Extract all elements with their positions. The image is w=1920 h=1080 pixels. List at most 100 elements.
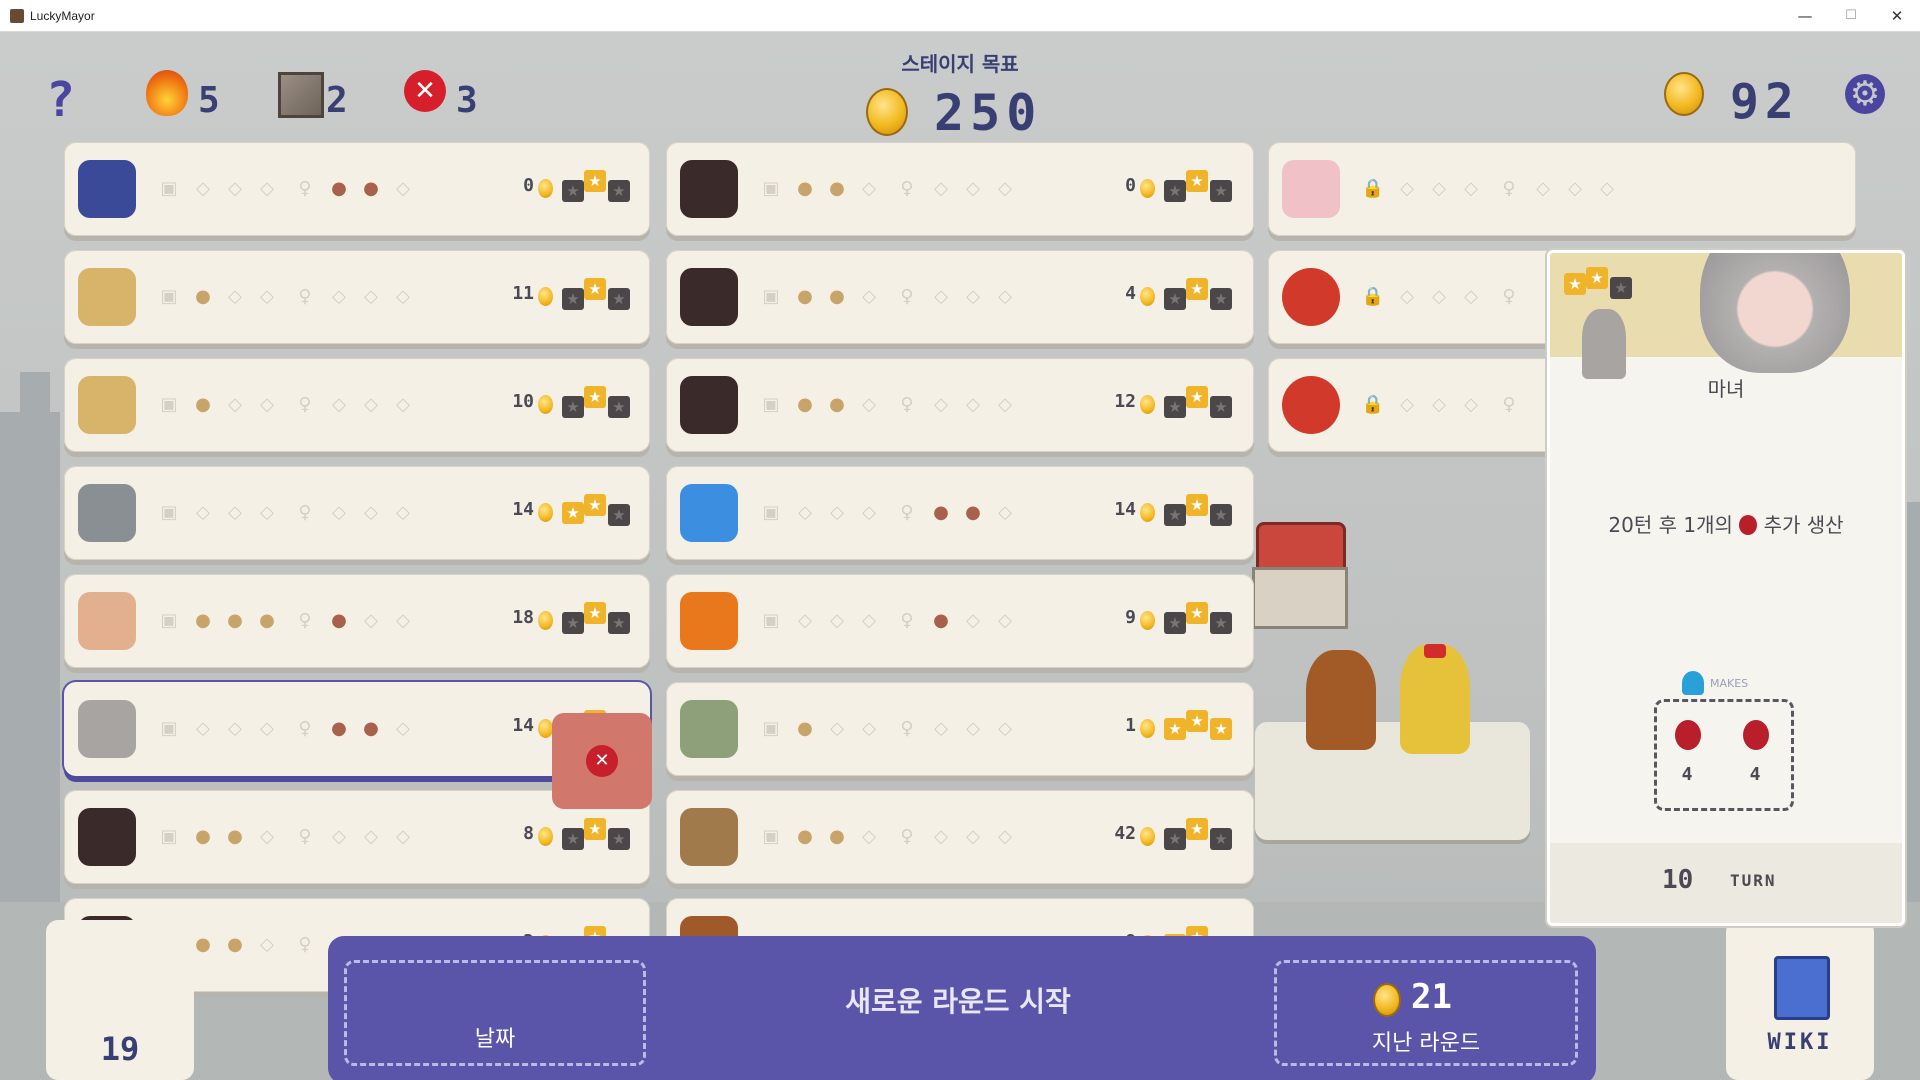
pie-icon: ● (195, 826, 211, 847)
window-title: LuckyMayor (30, 8, 95, 23)
witch-face-icon (78, 700, 136, 758)
lock-icon: ▣ (762, 826, 780, 847)
symbol-card[interactable]: ▣ ◇ ◇ ◇ ♀ ◇ ◇ ◇ 14 ★ ★ ★ (64, 466, 650, 560)
date-box: 날짜 (344, 960, 646, 1066)
close-button[interactable]: ✕ (1874, 0, 1920, 31)
rarity-stars: ★★★ (562, 170, 632, 206)
empty-slot: ◇ (998, 610, 1012, 631)
stage-goal-value: 250 (934, 84, 1043, 142)
star-icon: ★ (1164, 612, 1186, 634)
coin-icon (1140, 611, 1155, 630)
key-icon: ♀ (900, 394, 914, 415)
bottom-bar: 날짜 새로운 라운드 시작 21 지난 라운드 (328, 936, 1596, 1080)
symbol-card[interactable]: ▣ ● ● ◇ ♀ ◇ ◇ ◇ 0 ★ ★ ★ (666, 142, 1254, 236)
empty-slot: ◇ (260, 286, 274, 307)
stage-goal-label: 스테이지 목표 (901, 52, 1019, 76)
rarity-stars: ★★★ (1164, 818, 1234, 854)
star-icon: ★ (584, 386, 606, 408)
rarity-stars: ★★★ (562, 386, 632, 422)
cake-icon: ● (227, 934, 243, 955)
star-icon: ★ (608, 612, 630, 634)
pie-icon: ● (797, 394, 813, 415)
minimize-button[interactable]: — (1782, 0, 1828, 31)
symbol-card[interactable]: ▣ ● ● ● ♀ ● ◇ ◇ 18 ★ ★ ★ (64, 574, 650, 668)
book-icon (1774, 956, 1830, 1020)
symbol-card[interactable]: ▣ ◇ ◇ ◇ ♀ ● ◇ ◇ 9 ★ ★ ★ (666, 574, 1254, 668)
symbol-card[interactable]: ▣ ◇ ◇ ◇ ♀ ● ● ◇ 0 ★ ★ ★ (64, 142, 650, 236)
symbol-card[interactable]: ▣ ● ◇ ◇ ♀ ◇ ◇ ◇ 11 ★ ★ ★ (64, 250, 650, 344)
empty-slot: ◇ (364, 610, 378, 631)
star-icon: ★ (1164, 718, 1186, 740)
potion-icon: ● (363, 718, 379, 739)
empty-slot: ◇ (396, 610, 410, 631)
empty-slot: ◇ (998, 502, 1012, 523)
key-icon: ♀ (298, 178, 312, 199)
empty-slot: ◇ (862, 178, 876, 199)
star-icon: ★ (608, 828, 630, 850)
rounds-label: 지난 라운드 (1371, 1031, 1481, 1056)
star-icon: ★ (562, 502, 584, 524)
help-button[interactable]: ? (46, 72, 75, 128)
coin-icon (1140, 287, 1155, 306)
remove-symbol-button[interactable]: ✕ (552, 713, 652, 809)
coin-icon (538, 503, 553, 522)
witch-sprite (1582, 309, 1626, 379)
symbol-card[interactable]: 🔒 ◇ ◇ ◇ ♀ (1268, 358, 1558, 452)
empty-slot: ◇ (998, 826, 1012, 847)
rounds-value: 21 (1411, 977, 1452, 1017)
symbol-card[interactable]: ▣ ● ● ◇ ♀ ◇ ◇ ◇ 12 ★ ★ ★ (666, 358, 1254, 452)
empty-slot: ◇ (998, 178, 1012, 199)
turn-value: 10 (1662, 865, 1694, 895)
maximize-button[interactable]: ☐ (1828, 0, 1874, 31)
lock-icon: ▣ (762, 502, 780, 523)
machine-body (1252, 567, 1348, 629)
blue-hood-face-icon (680, 484, 738, 542)
wiki-button[interactable]: WIKI (1726, 920, 1874, 1080)
star-icon: ★ (1164, 288, 1186, 310)
star-icon: ★ (1210, 288, 1232, 310)
star-icon: ★ (562, 828, 584, 850)
symbol-card[interactable]: ▣◇◇◇♀●●◇14★★★ (666, 466, 1254, 560)
start-round-button[interactable]: 새로운 라운드 시작 (688, 980, 1228, 1020)
coin-icon (538, 719, 553, 738)
rarity-stars: ★★★ (562, 818, 632, 854)
symbol-card[interactable]: ▣ ● ● ◇ ♀ ◇ ◇ ◇ 4 ★ ★ ★ (666, 250, 1254, 344)
symbol-detail-panel: ★ ★ ★ 마녀 20턴 후 1개의 추가 생산 MAKES 4 4 10 TU… (1547, 250, 1905, 926)
lock-icon: ▣ (762, 178, 780, 199)
empty-slot: ◇ (196, 178, 210, 199)
potion-icon (1675, 720, 1701, 750)
star-icon: ★ (584, 278, 606, 300)
empty-slot: ◇ (364, 502, 378, 523)
empty-slot: ◇ (862, 502, 876, 523)
board-slot (1255, 722, 1530, 840)
key-icon: ♀ (298, 610, 312, 631)
empty-slot: ◇ (1600, 178, 1614, 199)
symbol-card[interactable]: ▣ ● ● ◇ ♀ ◇ ◇ ◇ 42 ★ ★ ★ (666, 790, 1254, 884)
lock-icon: ▣ (160, 502, 178, 523)
symbol-value: 10 (512, 391, 534, 412)
symbol-name: 마녀 (1707, 377, 1745, 401)
egg-icon: ● (829, 826, 845, 847)
pumpkin-face-icon (680, 592, 738, 650)
miner-face-icon (78, 160, 136, 218)
empty-slot: ◇ (862, 610, 876, 631)
girl-face-icon (78, 808, 136, 866)
symbol-card[interactable]: ▣ ● ◇ ◇ ♀ ◇ ◇ ◇ 1 ★ ★ ★ (666, 682, 1254, 776)
symbol-value: 4 (1125, 283, 1136, 304)
description-before: 20턴 후 1개의 (1608, 513, 1733, 537)
empty-slot: ◇ (260, 178, 274, 199)
key-icon: ♀ (900, 610, 914, 631)
coin-icon (1140, 827, 1155, 846)
symbol-card[interactable]: 🔒 ◇ ◇ ◇ ♀ ◇ ◇ ◇ (1268, 142, 1856, 236)
empty-slot: ◇ (998, 394, 1012, 415)
key-icon: ♀ (298, 394, 312, 415)
lock-icon: ▣ (160, 286, 178, 307)
gear-icon[interactable]: ⚙ (1845, 74, 1885, 114)
symbol-card[interactable]: ▣ ● ◇ ◇ ♀ ◇ ◇ ◇ 10 ★ ★ ★ (64, 358, 650, 452)
star-icon: ★ (1186, 818, 1208, 840)
symbol-card[interactable]: 🔒 ◇ ◇ ◇ ♀ (1268, 250, 1558, 344)
star-icon: ★ (1586, 267, 1608, 289)
stone-block-icon (278, 72, 324, 118)
coin-icon (1140, 719, 1155, 738)
tomato-icon: ● (797, 826, 813, 847)
